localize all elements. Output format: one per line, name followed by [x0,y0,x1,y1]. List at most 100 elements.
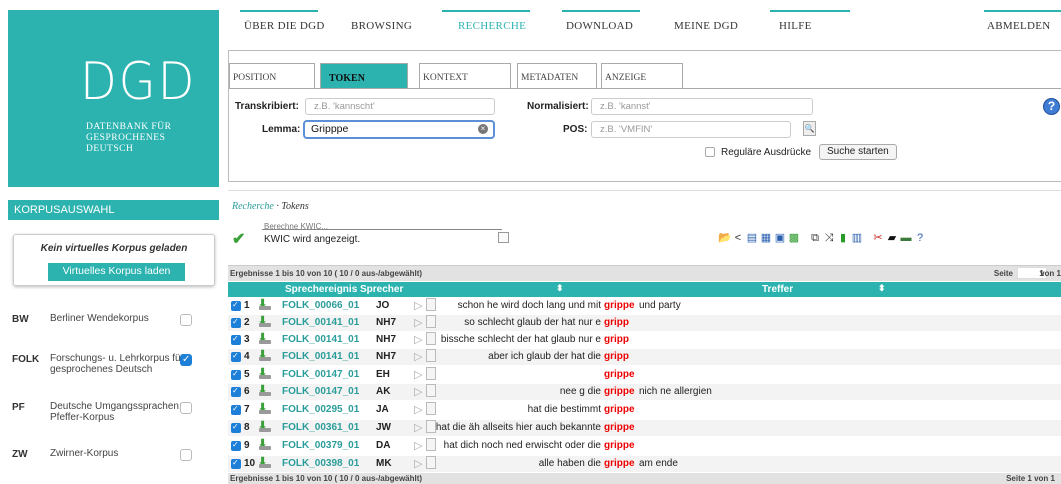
kwic-hit[interactable]: grippe [604,404,635,415]
table-row[interactable]: 9 ⬇ FOLK_00379_01 DA ▷ hat dich noch ned erwi… [228,438,1061,454]
transcript-icon[interactable] [426,456,436,469]
pos-input[interactable]: z.B. 'VMFIN' [591,121,791,138]
transcript-icon[interactable] [426,420,436,433]
pos-lookup-icon[interactable]: 🔍 [803,121,816,136]
export-icon[interactable]: ▣ [774,232,787,245]
event-link[interactable]: FOLK_00361_01 [282,422,359,433]
load-virtual-corpus-button[interactable]: Virtuelles Korpus laden [48,263,185,281]
play-icon[interactable]: ▷ [414,421,422,434]
table-row[interactable]: 10⬇ FOLK_00398_01 MK ▷ alle haben diegrippea… [228,456,1061,472]
transcript-icon[interactable] [426,367,436,380]
download-icon[interactable]: ⬇ [258,455,272,469]
kwic-hit[interactable]: gripp [604,317,629,328]
col-sprecher[interactable]: Sprecher [360,284,403,295]
download-icon[interactable]: ⬇ [258,348,272,362]
play-icon[interactable]: ▷ [414,333,422,346]
corpus-item-pf[interactable]: PF Deutsche Umgangssprachen: Pfeffer-Kor… [8,394,213,424]
row-checkbox[interactable] [231,317,241,328]
tab-metadaten[interactable]: METADATEN [517,63,597,88]
row-checkbox[interactable] [231,386,241,397]
select-all-icon[interactable]: ▦ [760,232,773,245]
play-icon[interactable]: ▷ [414,457,422,470]
lemma-input[interactable]: Gripppe × [303,120,495,139]
download-icon[interactable]: ⬇ [258,366,272,380]
nav-hilfe[interactable]: HILFE [779,20,812,32]
download-icon[interactable]: ⬇ [258,401,272,415]
event-link[interactable]: FOLK_00398_01 [282,458,359,469]
event-link[interactable]: FOLK_00141_01 [282,334,359,345]
dgd-logo[interactable]: DGD DATENBANK FÜR GESPROCHENES DEUTSCH [8,10,219,187]
event-link[interactable]: FOLK_00141_01 [282,351,359,362]
tab-token[interactable]: TOKEN [320,63,408,89]
row-checkbox[interactable] [231,404,241,415]
transcript-icon[interactable] [426,332,436,345]
transcript-icon[interactable] [426,315,436,328]
col-sprechereignis[interactable]: Sprechereignis [285,284,357,295]
kwic-hit[interactable]: grippe [604,458,635,469]
row-checkbox[interactable] [231,422,241,433]
event-link[interactable]: FOLK_00066_01 [282,300,359,311]
share-icon[interactable]: < [732,232,745,245]
corpus-checkbox-zw[interactable] [180,449,192,461]
archive-icon[interactable]: ▬ [900,232,913,245]
kwic-hit[interactable]: gripp [604,351,629,362]
statistics-icon[interactable]: ▮ [837,232,850,245]
row-checkbox[interactable] [231,440,241,451]
kwic-hit[interactable]: grippe [604,422,635,433]
clear-icon[interactable]: × [478,124,488,134]
help-icon[interactable]: ? [1043,98,1060,115]
table-row[interactable]: 7 ⬇ FOLK_00295_01 JA ▷ hat die bestimmtgrippe [228,402,1061,418]
transcript-icon[interactable] [426,349,436,362]
event-link[interactable]: FOLK_00295_01 [282,404,359,415]
transcript-icon[interactable] [426,438,436,451]
table-row[interactable]: 4 ⬇ FOLK_00141_01 NH7 ▷ aber ich glaub der ha… [228,349,1061,365]
download-icon[interactable]: ⬇ [258,419,272,433]
corpus-item-bw[interactable]: BW Berliner Wendekorpus [8,306,213,336]
corpus-checkbox-folk[interactable] [180,354,192,366]
row-checkbox[interactable] [231,351,241,362]
row-checkbox[interactable] [231,300,241,311]
corpus-item-folk[interactable]: FOLK Forschungs- u. Lehrkorpus für gespr… [8,346,213,376]
play-icon[interactable]: ▷ [414,439,422,452]
kwic-hit[interactable]: gripp [604,334,629,345]
play-icon[interactable]: ▷ [414,403,422,416]
kwic-hit[interactable]: grippe [604,386,635,397]
play-icon[interactable]: ▷ [414,385,422,398]
sort-icon[interactable]: ⬍ [878,283,886,294]
filter-icon[interactable]: ✂ [872,232,885,245]
excel-icon[interactable]: ▩ [788,232,801,245]
regex-checkbox[interactable] [705,147,715,158]
copy-icon[interactable]: ⧉ [809,232,822,245]
download-icon[interactable]: ⬇ [258,314,272,328]
transcript-icon[interactable] [426,384,436,397]
nav-browsing[interactable]: BROWSING [351,20,412,32]
table-row[interactable]: 3 ⬇ FOLK_00141_01 NH7 ▷ bissche schlecht der … [228,332,1061,348]
kwic-hit[interactable]: grippe [604,369,635,380]
shuffle-icon[interactable]: ⤨ [823,232,836,245]
transcript-icon[interactable] [426,402,436,415]
play-icon[interactable]: ▷ [414,299,422,312]
nav-recherche[interactable]: RECHERCHE [458,20,526,32]
corpus-checkbox-bw[interactable] [180,314,192,326]
download-icon[interactable]: ⬇ [258,331,272,345]
corpus-item-zw[interactable]: ZW Zwirner-Korpus [8,441,213,471]
flag-icon[interactable]: ▰ [886,232,899,245]
status-scroll-icon[interactable] [498,232,509,243]
play-icon[interactable]: ▷ [414,316,422,329]
columns-icon[interactable]: ▥ [851,232,864,245]
corpus-checkbox-pf[interactable] [180,402,192,414]
event-link[interactable]: FOLK_00379_01 [282,440,359,451]
tab-position[interactable]: POSITION [229,63,315,88]
result-help-icon[interactable]: ? [914,232,927,245]
save-icon[interactable]: ▤ [746,232,759,245]
breadcrumb-recherche[interactable]: Recherche [232,201,274,212]
start-search-button[interactable]: Suche starten [819,144,897,160]
download-icon[interactable]: ⬇ [258,437,272,451]
tab-anzeige[interactable]: ANZEIGE [601,63,683,88]
transcript-icon[interactable] [426,298,436,311]
row-checkbox[interactable] [231,369,241,380]
normalisiert-input[interactable]: z.B. 'kannst' [591,98,813,115]
play-icon[interactable]: ▷ [414,368,422,381]
kwic-hit[interactable]: grippe [604,300,635,311]
transkribiert-input[interactable]: z.B. 'kannscht' [305,98,495,115]
